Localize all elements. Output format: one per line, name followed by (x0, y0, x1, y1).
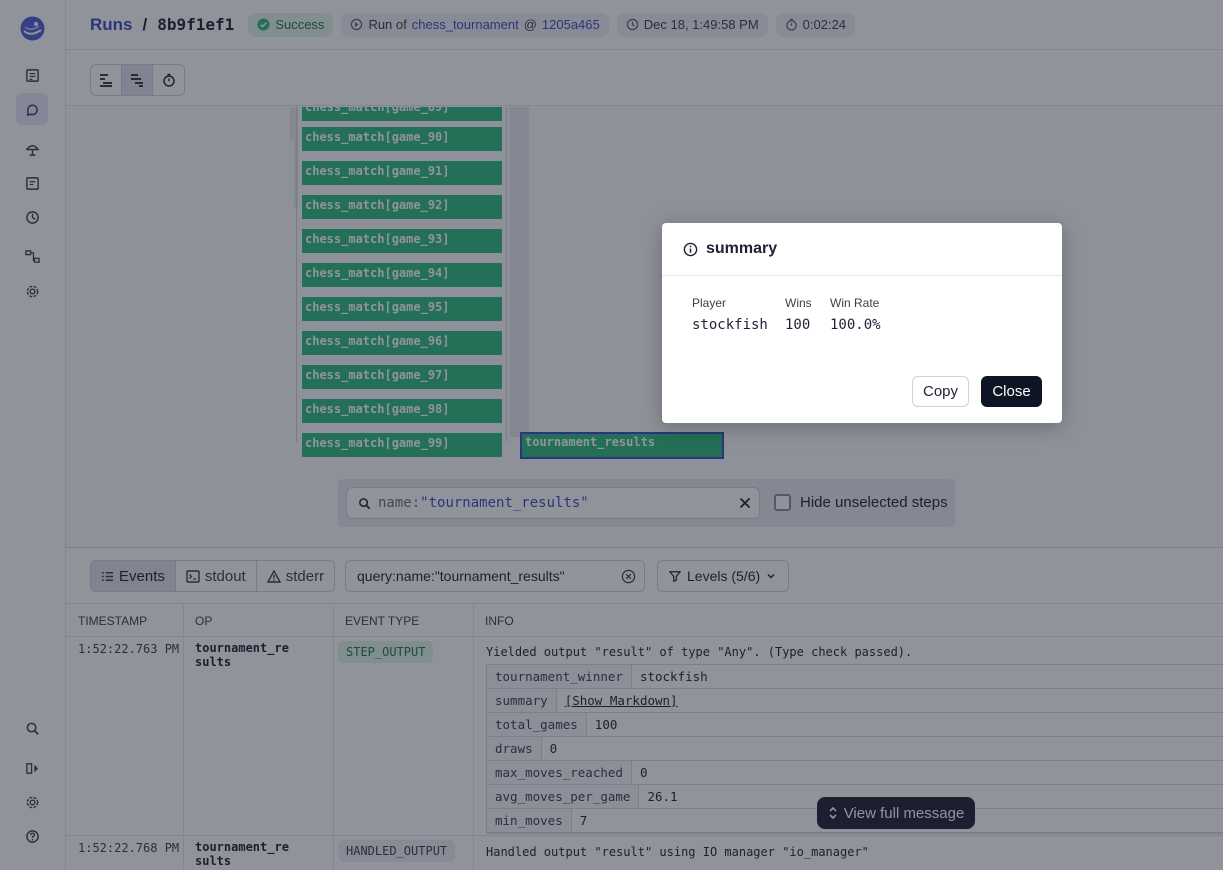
close-button[interactable]: Close (981, 376, 1042, 407)
header-player: Player (692, 296, 727, 310)
dialog-title: summary (706, 240, 778, 257)
header-wins: Wins (785, 296, 812, 310)
cell-player: stockfish (692, 317, 768, 333)
summary-table-header: Player Wins Win Rate (692, 296, 910, 310)
cell-win-rate: 100.0% (830, 317, 881, 333)
header-win-rate: Win Rate (830, 296, 880, 310)
info-icon (683, 242, 698, 256)
cell-wins: 100 (785, 317, 811, 333)
dialog-header: summary (662, 223, 1062, 276)
summary-table: Player Wins Win Rate stockfish 100 100.0… (692, 296, 910, 333)
summary-table-row: stockfish 100 100.0% (692, 317, 910, 333)
copy-button[interactable]: Copy (912, 376, 969, 407)
summary-dialog: summary Player Wins Win Rate stockfish 1… (662, 223, 1062, 423)
modal-backdrop[interactable] (0, 0, 1223, 870)
